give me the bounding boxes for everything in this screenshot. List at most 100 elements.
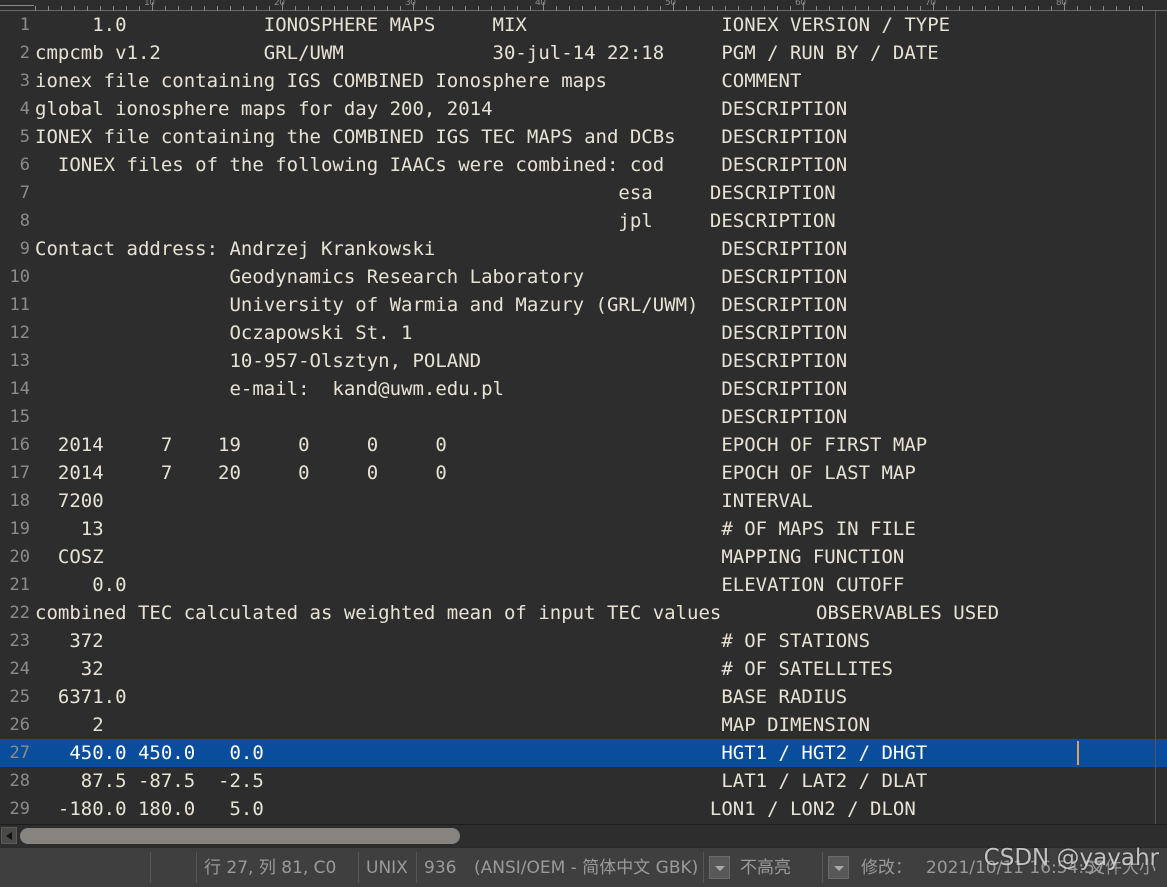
ruler-label: 70	[925, 0, 936, 8]
line-text: 450.0 450.0 0.0 HGT1 / HGT2 / DHGT	[35, 742, 928, 764]
line-text: 13 # OF MAPS IN FILE	[35, 518, 916, 540]
line-text: University of Warmia and Mazury (GRL/UWM…	[35, 294, 848, 316]
line-text: 2014 7 20 0 0 0 EPOCH OF LAST MAP	[35, 462, 916, 484]
line-number: 4	[19, 99, 30, 119]
editor-line[interactable]: 20 COSZ MAPPING FUNCTION	[0, 543, 1167, 571]
editor-line[interactable]: 4 global ionosphere maps for day 200, 201…	[0, 95, 1167, 123]
line-text: 372 # OF STATIONS	[35, 630, 871, 652]
line-number: 11	[9, 295, 30, 315]
status-divider	[703, 852, 704, 883]
line-text: Oczapowski St. 1 DESCRIPTION	[35, 322, 848, 344]
editor-line[interactable]: 16 2014 7 19 0 0 0 EPOCH OF FIRST MAP	[0, 431, 1167, 459]
line-number: 3	[19, 71, 30, 91]
highlight-dropdown-chevron-down-icon[interactable]	[828, 856, 849, 879]
line-number: 5	[19, 127, 30, 147]
line-text: esa DESCRIPTION	[35, 182, 836, 204]
editor-line[interactable]: 11 University of Warmia and Mazury (GRL/…	[0, 291, 1167, 319]
ruler-label: 10	[144, 0, 155, 8]
line-text: 0.0 ELEVATION CUTOFF	[35, 574, 905, 596]
status-divider	[822, 852, 823, 883]
ruler-label: 80	[1056, 0, 1067, 8]
line-number: 14	[9, 379, 30, 399]
status-modified-label: 修改：	[861, 858, 912, 878]
editor-line[interactable]: 22 combined TEC calculated as weighted me…	[0, 599, 1167, 627]
line-text: combined TEC calculated as weighted mean…	[35, 602, 722, 624]
line-text: Contact address: Andrzej Krankowski DESC…	[35, 238, 848, 260]
editor-line[interactable]: 25 6371.0 BASE RADIUS	[0, 683, 1167, 711]
line-text: -180.0 180.0 5.0 LON1 / LON2 / DLON	[35, 798, 916, 820]
line-number: 16	[9, 435, 30, 455]
line-number: 9	[19, 239, 30, 259]
editor-line[interactable]: 13 10-957-Olsztyn, POLAND DESCRIPTION	[0, 347, 1167, 375]
editor-line[interactable]: 6 IONEX files of the following IAACs wer…	[0, 151, 1167, 179]
line-number: 7	[19, 183, 30, 203]
text-editor-area[interactable]: 1 1.0 IONOSPHERE MAPS MIX IONEX VERSION …	[0, 11, 1167, 824]
status-codepage-name: (ANSI/OEM - 简体中文 GBK)	[474, 858, 699, 878]
editor-line[interactable]: 29 -180.0 180.0 5.0 LON1 / LON2 / DLON	[0, 795, 1167, 823]
line-number: 22	[9, 603, 30, 623]
line-number: 21	[9, 575, 30, 595]
editor-line[interactable]: 28 87.5 -87.5 -2.5 LAT1 / LAT2 / DLAT	[0, 767, 1167, 795]
editor-line[interactable]: 21 0.0 ELEVATION CUTOFF	[0, 571, 1167, 599]
editor-line[interactable]: 17 2014 7 20 0 0 0 EPOCH OF LAST MAP	[0, 459, 1167, 487]
status-highlight-mode[interactable]: 不高亮	[732, 848, 818, 887]
editor-line[interactable]: 26 2 MAP DIMENSION	[0, 711, 1167, 739]
editor-line-selected[interactable]: 27 450.0 450.0 0.0 HGT1 / HGT2 / DHGT	[0, 739, 1167, 767]
codepage-dropdown-chevron-down-icon[interactable]	[709, 856, 730, 879]
line-number: 20	[9, 547, 30, 567]
editor-line[interactable]: 10 Geodynamics Research Laboratory DESCR…	[0, 263, 1167, 291]
line-number: 27	[9, 743, 30, 763]
ruler-lead-line	[0, 5, 34, 6]
line-number: 25	[9, 687, 30, 707]
editor-line[interactable]: 2 cmpcmb v1.2 GRL/UWM 30-jul-14 22:18 PGM…	[0, 39, 1167, 67]
editor-line[interactable]: 18 7200 INTERVAL	[0, 487, 1167, 515]
line-number: 12	[9, 323, 30, 343]
line-text: COSZ MAPPING FUNCTION	[35, 546, 905, 568]
status-divider	[150, 852, 151, 883]
horizontal-scrollbar-thumb[interactable]	[20, 828, 460, 844]
editor-line[interactable]: 24 32 # OF SATELLITES	[0, 655, 1167, 683]
editor-line[interactable]: 19 13 # OF MAPS IN FILE	[0, 515, 1167, 543]
line-text: jpl DESCRIPTION	[35, 210, 836, 232]
line-number: 8	[19, 211, 30, 231]
line-text: 2 MAP DIMENSION	[35, 714, 871, 736]
line-text: 6371.0 BASE RADIUS	[35, 686, 848, 708]
line-text: 1.0 IONOSPHERE MAPS MIX IONEX VERSION / …	[35, 14, 951, 36]
editor-right-border	[1155, 11, 1156, 824]
line-text: 10-957-Olsztyn, POLAND DESCRIPTION	[35, 350, 848, 372]
line-number: 17	[9, 463, 30, 483]
scroll-left-arrow-icon[interactable]	[1, 827, 17, 844]
line-number: 15	[9, 407, 30, 427]
status-codepage-number: 936	[424, 858, 457, 878]
text-caret	[1077, 741, 1079, 765]
line-number: 13	[9, 351, 30, 371]
ruler-label: 20	[274, 0, 285, 8]
line-record-label: OBSERVABLES USED	[816, 602, 1000, 624]
editor-line[interactable]: 7 esa DESCRIPTION	[0, 179, 1167, 207]
editor-line[interactable]: 5 IONEX file containing the COMBINED IGS …	[0, 123, 1167, 151]
editor-line[interactable]: 12 Oczapowski St. 1 DESCRIPTION	[0, 319, 1167, 347]
editor-line[interactable]: 3 ionex file containing IGS COMBINED Iono…	[0, 67, 1167, 95]
status-cursor-position: 行 27, 列 81, C0	[204, 858, 337, 878]
editor-line[interactable]: 8 jpl DESCRIPTION	[0, 207, 1167, 235]
line-number: 29	[9, 799, 30, 819]
line-text: IONEX file containing the COMBINED IGS T…	[35, 126, 848, 148]
ruler-label: 40	[535, 0, 546, 8]
status-line-ending: UNIX	[366, 858, 408, 878]
ruler-label: 60	[795, 0, 806, 8]
editor-line[interactable]: 23 372 # OF STATIONS	[0, 627, 1167, 655]
horizontal-scrollbar[interactable]	[0, 824, 1167, 847]
line-number: 18	[9, 491, 30, 511]
line-number: 26	[9, 715, 30, 735]
line-number: 6	[19, 155, 30, 175]
line-text: 32 # OF SATELLITES	[35, 658, 893, 680]
line-number: 28	[9, 771, 30, 791]
line-text: 87.5 -87.5 -2.5 LAT1 / LAT2 / DLAT	[35, 770, 928, 792]
editor-line[interactable]: 15 DESCRIPTION	[0, 403, 1167, 431]
editor-line[interactable]: 14 e-mail: kand@uwm.edu.pl DESCRIPTION	[0, 375, 1167, 403]
line-text: ionex file containing IGS COMBINED Ionos…	[35, 70, 802, 92]
editor-line[interactable]: 9 Contact address: Andrzej Krankowski DES…	[0, 235, 1167, 263]
ruler-label: 50	[665, 0, 676, 8]
ruler-label: 30	[405, 0, 416, 8]
editor-line[interactable]: 1 1.0 IONOSPHERE MAPS MIX IONEX VERSION …	[0, 11, 1167, 39]
